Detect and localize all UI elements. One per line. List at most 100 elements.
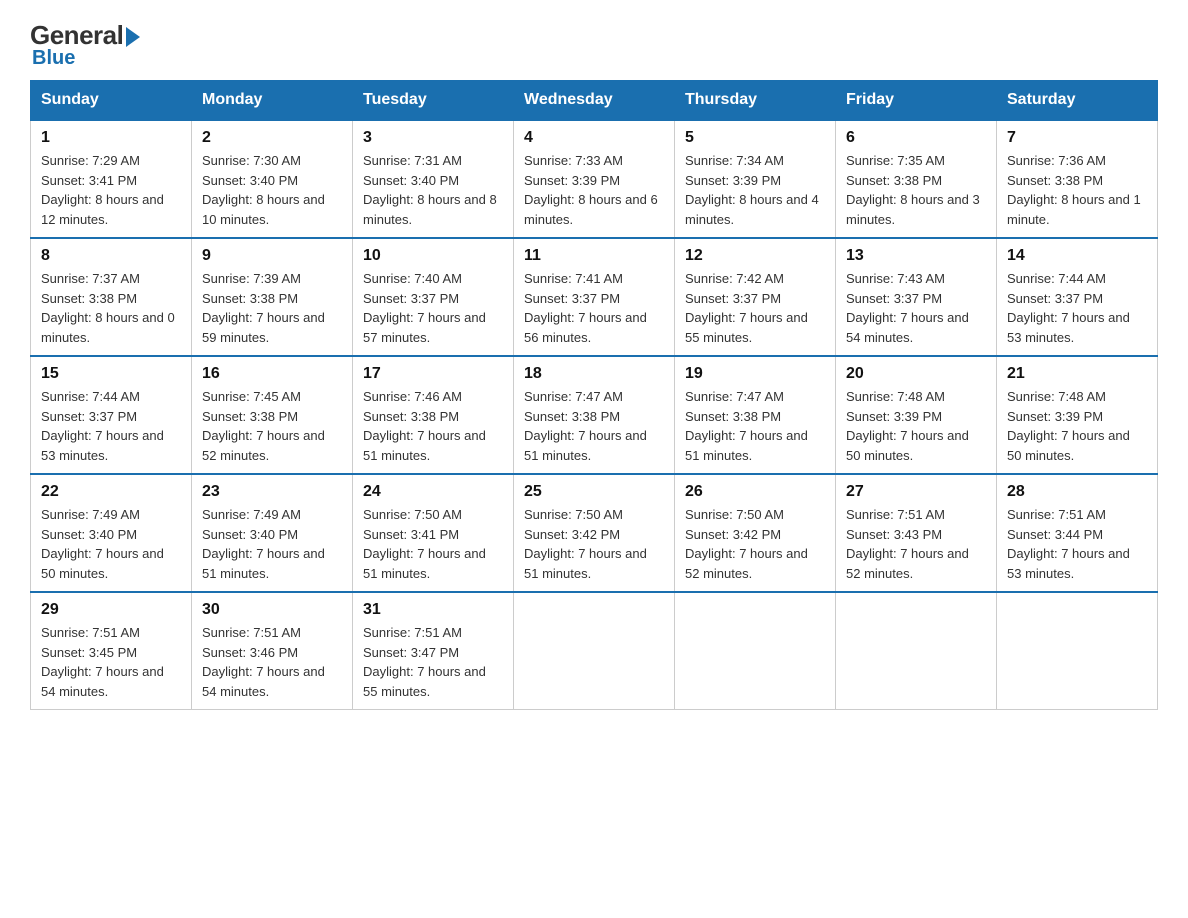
calendar-day-9: 9 Sunrise: 7:39 AM Sunset: 3:38 PM Dayli…: [192, 238, 353, 356]
calendar-day-15: 15 Sunrise: 7:44 AM Sunset: 3:37 PM Dayl…: [31, 356, 192, 474]
col-tuesday: Tuesday: [353, 81, 514, 121]
day-number: 6: [846, 129, 986, 147]
calendar-day-24: 24 Sunrise: 7:50 AM Sunset: 3:41 PM Dayl…: [353, 474, 514, 592]
col-saturday: Saturday: [997, 81, 1158, 121]
col-thursday: Thursday: [675, 81, 836, 121]
calendar-day-7: 7 Sunrise: 7:36 AM Sunset: 3:38 PM Dayli…: [997, 120, 1158, 238]
calendar-day-6: 6 Sunrise: 7:35 AM Sunset: 3:38 PM Dayli…: [836, 120, 997, 238]
day-info: Sunrise: 7:35 AM Sunset: 3:38 PM Dayligh…: [846, 151, 986, 229]
calendar-day-8: 8 Sunrise: 7:37 AM Sunset: 3:38 PM Dayli…: [31, 238, 192, 356]
calendar-day-16: 16 Sunrise: 7:45 AM Sunset: 3:38 PM Dayl…: [192, 356, 353, 474]
calendar-week-1: 1 Sunrise: 7:29 AM Sunset: 3:41 PM Dayli…: [31, 120, 1158, 238]
page-header: General Blue: [30, 20, 1158, 70]
calendar-day-5: 5 Sunrise: 7:34 AM Sunset: 3:39 PM Dayli…: [675, 120, 836, 238]
calendar-day-4: 4 Sunrise: 7:33 AM Sunset: 3:39 PM Dayli…: [514, 120, 675, 238]
day-info: Sunrise: 7:50 AM Sunset: 3:42 PM Dayligh…: [685, 505, 825, 583]
logo-triangle-icon: [126, 27, 140, 47]
calendar-day-17: 17 Sunrise: 7:46 AM Sunset: 3:38 PM Dayl…: [353, 356, 514, 474]
calendar-empty-cell: [836, 592, 997, 710]
calendar-day-3: 3 Sunrise: 7:31 AM Sunset: 3:40 PM Dayli…: [353, 120, 514, 238]
day-number: 27: [846, 483, 986, 501]
calendar-day-12: 12 Sunrise: 7:42 AM Sunset: 3:37 PM Dayl…: [675, 238, 836, 356]
day-number: 29: [41, 601, 181, 619]
day-number: 3: [363, 129, 503, 147]
day-number: 26: [685, 483, 825, 501]
calendar-day-1: 1 Sunrise: 7:29 AM Sunset: 3:41 PM Dayli…: [31, 120, 192, 238]
day-info: Sunrise: 7:33 AM Sunset: 3:39 PM Dayligh…: [524, 151, 664, 229]
calendar-week-3: 15 Sunrise: 7:44 AM Sunset: 3:37 PM Dayl…: [31, 356, 1158, 474]
day-number: 11: [524, 247, 664, 265]
calendar-day-10: 10 Sunrise: 7:40 AM Sunset: 3:37 PM Dayl…: [353, 238, 514, 356]
day-number: 20: [846, 365, 986, 383]
day-info: Sunrise: 7:39 AM Sunset: 3:38 PM Dayligh…: [202, 269, 342, 347]
day-number: 2: [202, 129, 342, 147]
calendar-day-31: 31 Sunrise: 7:51 AM Sunset: 3:47 PM Dayl…: [353, 592, 514, 710]
calendar-week-2: 8 Sunrise: 7:37 AM Sunset: 3:38 PM Dayli…: [31, 238, 1158, 356]
day-number: 19: [685, 365, 825, 383]
day-info: Sunrise: 7:36 AM Sunset: 3:38 PM Dayligh…: [1007, 151, 1147, 229]
calendar-day-20: 20 Sunrise: 7:48 AM Sunset: 3:39 PM Dayl…: [836, 356, 997, 474]
day-number: 31: [363, 601, 503, 619]
day-info: Sunrise: 7:47 AM Sunset: 3:38 PM Dayligh…: [524, 387, 664, 465]
col-sunday: Sunday: [31, 81, 192, 121]
day-number: 4: [524, 129, 664, 147]
day-info: Sunrise: 7:51 AM Sunset: 3:45 PM Dayligh…: [41, 623, 181, 701]
calendar-week-5: 29 Sunrise: 7:51 AM Sunset: 3:45 PM Dayl…: [31, 592, 1158, 710]
day-number: 7: [1007, 129, 1147, 147]
day-info: Sunrise: 7:50 AM Sunset: 3:41 PM Dayligh…: [363, 505, 503, 583]
day-number: 17: [363, 365, 503, 383]
day-info: Sunrise: 7:44 AM Sunset: 3:37 PM Dayligh…: [41, 387, 181, 465]
calendar-week-4: 22 Sunrise: 7:49 AM Sunset: 3:40 PM Dayl…: [31, 474, 1158, 592]
day-number: 13: [846, 247, 986, 265]
day-info: Sunrise: 7:43 AM Sunset: 3:37 PM Dayligh…: [846, 269, 986, 347]
calendar-day-30: 30 Sunrise: 7:51 AM Sunset: 3:46 PM Dayl…: [192, 592, 353, 710]
day-number: 16: [202, 365, 342, 383]
day-info: Sunrise: 7:34 AM Sunset: 3:39 PM Dayligh…: [685, 151, 825, 229]
calendar-day-25: 25 Sunrise: 7:50 AM Sunset: 3:42 PM Dayl…: [514, 474, 675, 592]
calendar-header-row: Sunday Monday Tuesday Wednesday Thursday…: [31, 81, 1158, 121]
day-info: Sunrise: 7:50 AM Sunset: 3:42 PM Dayligh…: [524, 505, 664, 583]
day-info: Sunrise: 7:40 AM Sunset: 3:37 PM Dayligh…: [363, 269, 503, 347]
logo: General Blue: [30, 20, 140, 70]
day-number: 14: [1007, 247, 1147, 265]
calendar-day-27: 27 Sunrise: 7:51 AM Sunset: 3:43 PM Dayl…: [836, 474, 997, 592]
calendar-day-26: 26 Sunrise: 7:50 AM Sunset: 3:42 PM Dayl…: [675, 474, 836, 592]
day-info: Sunrise: 7:49 AM Sunset: 3:40 PM Dayligh…: [41, 505, 181, 583]
day-info: Sunrise: 7:37 AM Sunset: 3:38 PM Dayligh…: [41, 269, 181, 347]
calendar-day-2: 2 Sunrise: 7:30 AM Sunset: 3:40 PM Dayli…: [192, 120, 353, 238]
calendar-day-18: 18 Sunrise: 7:47 AM Sunset: 3:38 PM Dayl…: [514, 356, 675, 474]
day-number: 10: [363, 247, 503, 265]
day-info: Sunrise: 7:45 AM Sunset: 3:38 PM Dayligh…: [202, 387, 342, 465]
day-info: Sunrise: 7:51 AM Sunset: 3:44 PM Dayligh…: [1007, 505, 1147, 583]
day-number: 8: [41, 247, 181, 265]
day-number: 25: [524, 483, 664, 501]
calendar-day-28: 28 Sunrise: 7:51 AM Sunset: 3:44 PM Dayl…: [997, 474, 1158, 592]
calendar-day-22: 22 Sunrise: 7:49 AM Sunset: 3:40 PM Dayl…: [31, 474, 192, 592]
day-number: 5: [685, 129, 825, 147]
day-info: Sunrise: 7:41 AM Sunset: 3:37 PM Dayligh…: [524, 269, 664, 347]
day-info: Sunrise: 7:51 AM Sunset: 3:46 PM Dayligh…: [202, 623, 342, 701]
day-number: 1: [41, 129, 181, 147]
col-monday: Monday: [192, 81, 353, 121]
day-info: Sunrise: 7:44 AM Sunset: 3:37 PM Dayligh…: [1007, 269, 1147, 347]
day-info: Sunrise: 7:47 AM Sunset: 3:38 PM Dayligh…: [685, 387, 825, 465]
logo-blue-text: Blue: [32, 47, 75, 70]
calendar-empty-cell: [514, 592, 675, 710]
col-wednesday: Wednesday: [514, 81, 675, 121]
calendar-day-29: 29 Sunrise: 7:51 AM Sunset: 3:45 PM Dayl…: [31, 592, 192, 710]
calendar-empty-cell: [997, 592, 1158, 710]
calendar-day-23: 23 Sunrise: 7:49 AM Sunset: 3:40 PM Dayl…: [192, 474, 353, 592]
calendar-day-11: 11 Sunrise: 7:41 AM Sunset: 3:37 PM Dayl…: [514, 238, 675, 356]
day-info: Sunrise: 7:48 AM Sunset: 3:39 PM Dayligh…: [846, 387, 986, 465]
day-number: 30: [202, 601, 342, 619]
day-number: 22: [41, 483, 181, 501]
calendar-table: Sunday Monday Tuesday Wednesday Thursday…: [30, 80, 1158, 710]
day-number: 28: [1007, 483, 1147, 501]
calendar-day-21: 21 Sunrise: 7:48 AM Sunset: 3:39 PM Dayl…: [997, 356, 1158, 474]
day-info: Sunrise: 7:30 AM Sunset: 3:40 PM Dayligh…: [202, 151, 342, 229]
day-number: 21: [1007, 365, 1147, 383]
day-info: Sunrise: 7:31 AM Sunset: 3:40 PM Dayligh…: [363, 151, 503, 229]
day-number: 15: [41, 365, 181, 383]
day-number: 18: [524, 365, 664, 383]
calendar-empty-cell: [675, 592, 836, 710]
